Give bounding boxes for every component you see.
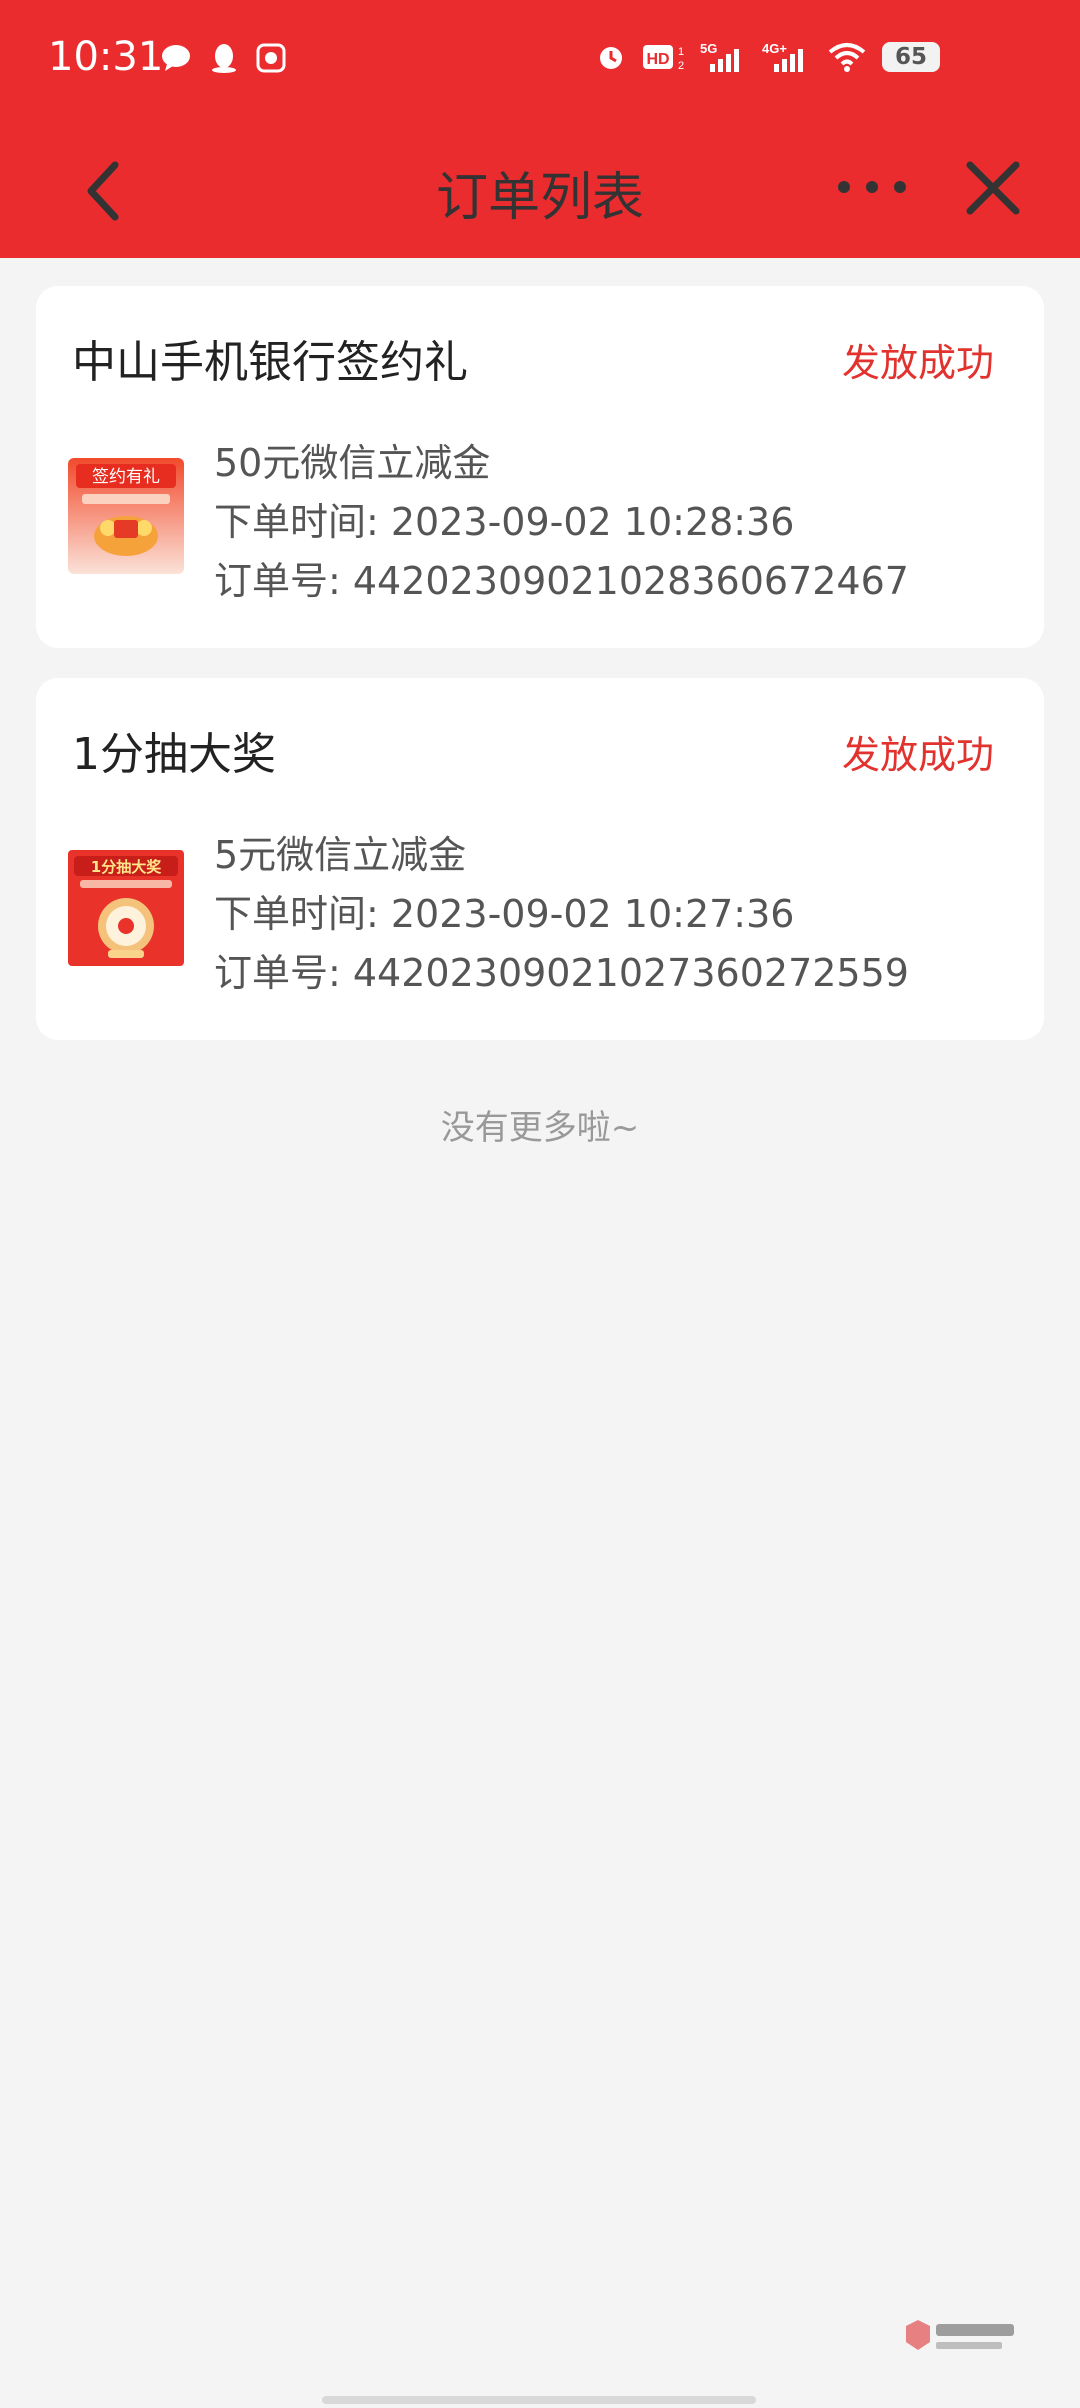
status-left-icons	[160, 42, 286, 74]
hd-icon: HD 1 2	[643, 45, 684, 72]
more-dots-icon[interactable]	[832, 167, 912, 207]
svg-text:4G+: 4G+	[762, 41, 787, 56]
order-card[interactable]: 中山手机银行签约礼 发放成功 签约有礼 50元微信立减金 下单时间: 2023-…	[36, 286, 1044, 648]
order-thumbnail-image: 签约有礼	[68, 458, 184, 574]
order-title: 中山手机银行签约礼	[72, 337, 468, 388]
order-status-badge: 发放成功	[841, 341, 994, 385]
no-more-text: 没有更多啦~	[440, 1108, 640, 1148]
status-right-icons: HD 1 2 5G 4G+ 65	[596, 40, 940, 74]
chat-icon	[162, 45, 190, 71]
svg-text:1: 1	[678, 46, 684, 58]
order-info: 50元微信立减金 下单时间: 2023-09-02 10:28:36 订单号: …	[214, 434, 909, 611]
home-indicator[interactable]	[322, 2396, 756, 2404]
order-thumbnail-image: 1分抽大奖	[68, 850, 184, 966]
app-badge-icon	[256, 43, 286, 73]
order-number: 订单号: 442023090210283606​72467	[214, 559, 909, 603]
close-icon[interactable]	[958, 153, 1028, 223]
thumb-label: 签约有礼	[92, 467, 160, 487]
4g-signal-icon: 4G+	[762, 41, 803, 72]
order-item-name: 50元微信立减金	[214, 441, 491, 485]
order-info: 5元微信立减金 下单时间: 2023-09-02 10:27:36 订单号: 4…	[214, 826, 909, 1003]
order-number: 订单号: 44202309021027360272559	[214, 951, 909, 995]
watermark-logo	[906, 2320, 1014, 2350]
wifi-icon	[828, 43, 866, 72]
svg-text:5G: 5G	[700, 41, 717, 56]
order-time: 下单时间: 2023-09-02 10:28:36	[214, 500, 795, 544]
order-card[interactable]: 1分抽大奖 发放成功 1分抽大奖 5元微信立减金 下单时间: 2023-09-0…	[36, 678, 1044, 1040]
svg-text:2: 2	[678, 60, 684, 72]
5g-signal-icon: 5G	[700, 41, 739, 72]
svg-text:HD: HD	[646, 51, 669, 68]
order-status-badge: 发放成功	[841, 733, 994, 777]
status-time: 10:31	[48, 34, 164, 80]
thumb-label: 1分抽大奖	[91, 858, 162, 876]
order-item-name: 5元微信立减金	[214, 833, 467, 877]
order-title: 1分抽大奖	[72, 729, 276, 780]
battery-indicator: 65	[882, 42, 940, 72]
status-bar: 10:31 HD 1 2 5G 4G+ 65	[0, 0, 1080, 125]
page-title: 订单列表	[435, 168, 644, 228]
qq-penguin-icon	[212, 44, 236, 73]
alarm-icon	[600, 47, 622, 69]
order-time: 下单时间: 2023-09-02 10:27:36	[214, 892, 795, 936]
nav-bar: 订单列表	[0, 125, 1080, 258]
